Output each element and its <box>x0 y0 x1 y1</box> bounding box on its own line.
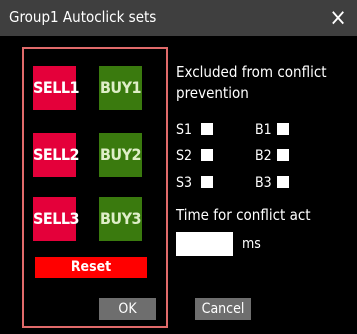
close-icon: × <box>329 5 347 31</box>
dialog-title: Group1 Autoclick sets <box>9 8 157 26</box>
conflict-time-input[interactable] <box>176 232 233 256</box>
buy2-button[interactable]: BUY2 <box>99 133 142 177</box>
excluded-heading-line1: Excluded from conflict <box>176 63 327 81</box>
reset-button[interactable]: Reset <box>35 257 147 278</box>
checkbox-b1[interactable] <box>277 123 289 135</box>
ok-button[interactable]: OK <box>99 298 156 320</box>
time-conflict-heading: Time for conflict act <box>176 206 311 224</box>
buy3-button[interactable]: BUY3 <box>99 197 142 241</box>
checkbox-label-b3: B3 <box>255 175 272 191</box>
checkbox-label-b2: B2 <box>255 148 272 164</box>
sell2-button[interactable]: SELL2 <box>33 133 80 177</box>
checkbox-s3[interactable] <box>201 176 213 188</box>
checkbox-b3[interactable] <box>277 176 289 188</box>
checkbox-label-s2: S2 <box>176 148 193 164</box>
title-bar: Group1 Autoclick sets × <box>0 0 357 36</box>
excluded-heading-line2: prevention <box>176 84 249 102</box>
buy1-button[interactable]: BUY1 <box>99 66 142 110</box>
ms-unit-label: ms <box>242 236 261 252</box>
close-button[interactable]: × <box>319 0 357 36</box>
checkbox-s2[interactable] <box>201 149 213 161</box>
checkbox-label-s3: S3 <box>176 175 193 191</box>
sell3-button[interactable]: SELL3 <box>33 197 80 241</box>
cancel-button[interactable]: Cancel <box>195 298 251 320</box>
autoclick-dialog: Group1 Autoclick sets × SELL1 BUY1 SELL2… <box>0 0 357 334</box>
sell1-button[interactable]: SELL1 <box>33 66 80 110</box>
checkbox-label-b1: B1 <box>255 122 272 138</box>
checkbox-b2[interactable] <box>277 149 289 161</box>
checkbox-label-s1: S1 <box>176 122 193 138</box>
checkbox-s1[interactable] <box>201 123 213 135</box>
